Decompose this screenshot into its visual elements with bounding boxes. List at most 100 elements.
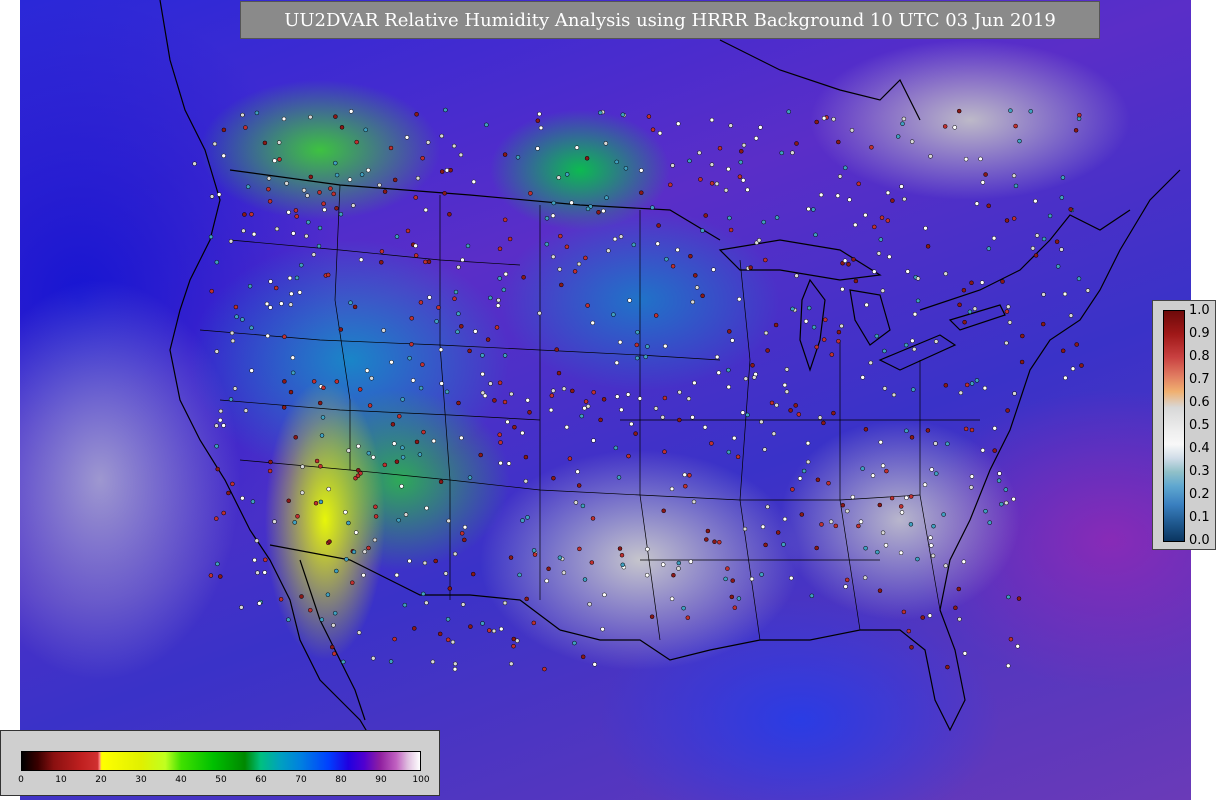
station-marker xyxy=(782,516,788,522)
station-marker xyxy=(532,552,538,557)
station-marker xyxy=(556,370,562,376)
station-marker xyxy=(462,537,467,543)
observation-legend-tick: 0.5 xyxy=(1189,418,1210,433)
station-marker xyxy=(1068,313,1074,318)
station-marker xyxy=(784,367,790,372)
station-marker xyxy=(743,376,749,381)
station-marker xyxy=(620,562,625,568)
station-marker xyxy=(905,269,910,274)
station-marker xyxy=(300,464,305,469)
station-marker xyxy=(232,386,238,391)
station-marker xyxy=(584,156,590,161)
station-marker xyxy=(480,371,485,377)
station-marker xyxy=(497,432,502,437)
station-marker xyxy=(902,196,907,202)
station-marker xyxy=(611,312,616,317)
station-marker xyxy=(491,628,497,634)
station-marker xyxy=(726,449,732,455)
station-marker xyxy=(334,206,339,211)
station-marker xyxy=(601,208,606,214)
station-marker xyxy=(290,355,296,360)
station-marker xyxy=(508,555,514,560)
station-marker xyxy=(1004,309,1010,314)
station-marker xyxy=(396,517,401,523)
station-marker xyxy=(452,666,458,672)
station-marker xyxy=(351,549,357,555)
observation-legend-tick: 1.0 xyxy=(1189,303,1210,318)
station-marker xyxy=(969,280,974,286)
station-marker xyxy=(591,390,596,395)
station-marker xyxy=(371,656,376,661)
station-marker xyxy=(840,502,846,508)
station-marker xyxy=(943,383,949,388)
station-marker xyxy=(904,495,909,501)
station-marker xyxy=(969,485,974,490)
station-marker xyxy=(606,248,611,253)
station-marker xyxy=(612,236,618,242)
station-marker xyxy=(737,296,742,302)
station-marker xyxy=(448,167,453,173)
station-marker xyxy=(650,205,655,210)
station-marker xyxy=(208,573,214,578)
station-marker xyxy=(418,300,424,305)
station-marker xyxy=(346,448,351,453)
station-marker xyxy=(542,666,547,672)
station-marker xyxy=(676,560,682,566)
station-marker xyxy=(840,286,845,292)
station-marker xyxy=(1060,348,1066,354)
station-marker xyxy=(858,519,864,524)
station-marker xyxy=(452,551,458,557)
station-marker xyxy=(745,412,750,418)
station-marker xyxy=(264,301,270,307)
station-marker xyxy=(806,206,811,212)
station-marker xyxy=(598,417,603,423)
station-marker xyxy=(497,246,503,252)
station-marker xyxy=(877,588,883,593)
station-marker xyxy=(521,275,526,280)
station-marker xyxy=(403,512,409,517)
station-marker xyxy=(192,161,197,166)
station-marker xyxy=(494,325,500,330)
station-marker xyxy=(716,370,721,375)
station-marker xyxy=(247,283,253,289)
station-marker xyxy=(468,624,473,629)
station-marker xyxy=(617,546,623,551)
station-marker xyxy=(769,400,775,406)
station-marker xyxy=(997,471,1002,476)
station-marker xyxy=(319,617,325,622)
station-marker xyxy=(962,651,968,656)
station-marker xyxy=(462,524,468,530)
station-marker xyxy=(904,428,909,434)
station-marker xyxy=(498,460,503,466)
station-marker xyxy=(273,285,279,291)
station-marker xyxy=(996,478,1002,483)
station-marker xyxy=(972,306,978,311)
station-marker xyxy=(458,152,464,158)
rh-colorbar-tick: 10 xyxy=(55,775,67,785)
station-marker xyxy=(688,253,693,259)
station-marker xyxy=(676,121,681,126)
station-marker xyxy=(1068,207,1073,212)
station-marker xyxy=(957,302,962,308)
station-marker xyxy=(582,405,587,411)
station-marker xyxy=(887,254,892,260)
station-marker xyxy=(1013,123,1018,129)
station-marker xyxy=(488,381,493,386)
station-marker xyxy=(502,217,508,223)
station-marker xyxy=(348,109,354,114)
station-marker xyxy=(677,417,682,423)
station-marker xyxy=(266,176,272,181)
baja-outline xyxy=(299,559,366,721)
station-markers xyxy=(192,107,1091,672)
station-marker xyxy=(359,172,365,177)
station-marker xyxy=(1006,663,1011,669)
station-marker xyxy=(569,200,574,205)
station-marker xyxy=(723,576,728,582)
station-marker xyxy=(775,530,781,535)
station-marker xyxy=(736,596,742,601)
station-marker xyxy=(692,380,697,386)
station-marker xyxy=(209,288,214,294)
station-marker xyxy=(726,367,731,373)
station-marker xyxy=(443,571,449,576)
station-marker xyxy=(773,322,779,328)
